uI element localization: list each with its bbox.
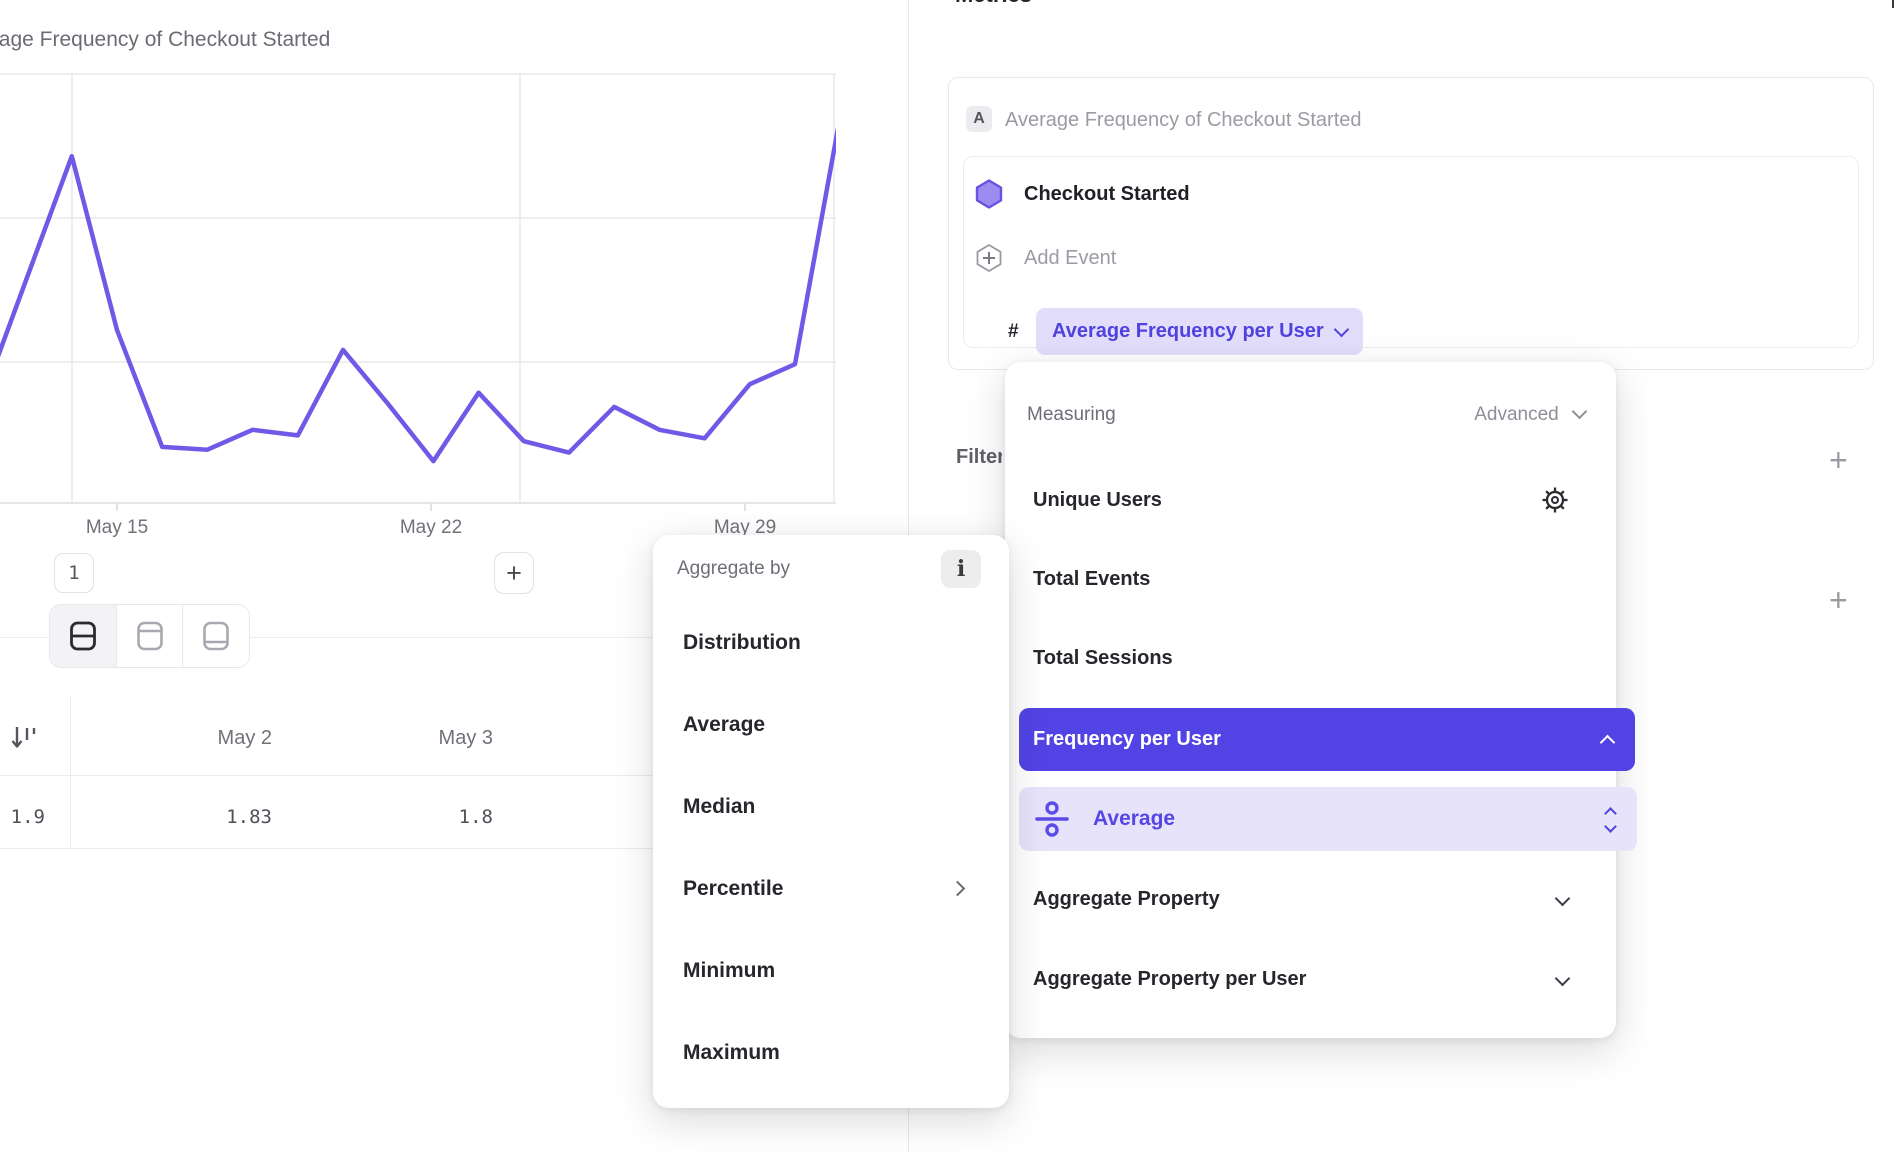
add-item-icon[interactable]: +	[1829, 588, 1848, 612]
chart-series-line	[0, 116, 836, 461]
advanced-mode-label: Advanced	[1474, 404, 1559, 425]
filter-section: Filter	[940, 446, 1002, 474]
table-header-cell[interactable]: May 3	[313, 727, 493, 750]
chevron-down-icon	[1333, 322, 1349, 338]
line-chart[interactable]	[0, 60, 836, 512]
layout-chart-view-button[interactable]	[116, 605, 183, 667]
layout-table-view-button[interactable]	[182, 605, 249, 667]
event-hexagon-icon	[975, 179, 1003, 209]
layout-toggle-group	[49, 604, 250, 668]
menu-item-total-sessions[interactable]: Total Sessions	[1033, 647, 1173, 670]
sort-icon[interactable]	[10, 724, 38, 752]
add-filter-icon[interactable]: +	[1829, 448, 1848, 472]
popup-item-average[interactable]: Average	[683, 713, 765, 737]
aggregate-by-title: Aggregate by	[677, 558, 790, 580]
split-view-icon	[68, 618, 98, 654]
analytics-app: Average Frequency of Checkout Started Ma…	[0, 0, 1898, 1152]
add-annotation-button[interactable]: +	[494, 552, 534, 594]
table-cell: 1.83	[112, 806, 272, 828]
bottom-panel-icon	[201, 618, 231, 654]
menu-subitem-average[interactable]: Average	[1019, 787, 1637, 851]
gear-icon[interactable]	[1541, 486, 1569, 514]
info-icon[interactable]: i	[941, 550, 981, 588]
table-header-cell[interactable]: May 2	[92, 727, 272, 750]
chevron-down-icon	[1555, 891, 1571, 907]
table-column-divider	[70, 697, 71, 848]
measure-type-glyph: #	[1008, 321, 1019, 343]
measurement-dropdown[interactable]: Average Frequency per User	[1036, 308, 1363, 355]
menu-item-aggregate-property-per-user[interactable]: Aggregate Property per User	[1033, 968, 1306, 991]
metrics-panel: Metrics A Average Frequency of Checkout …	[909, 0, 1898, 1152]
menu-item-frequency-per-user-selected[interactable]: Frequency per User	[1019, 708, 1635, 771]
layout-split-view-button[interactable]	[50, 605, 116, 667]
x-axis-label: May 22	[386, 517, 476, 539]
selected-item-label: Frequency per User	[1033, 728, 1221, 751]
chevron-down-icon	[1572, 404, 1588, 420]
subitem-label: Average	[1093, 807, 1606, 831]
popup-item-median[interactable]: Median	[683, 795, 755, 819]
top-panel-icon	[135, 618, 165, 654]
filter-section-header: Filter	[956, 446, 1002, 469]
average-division-icon	[1035, 798, 1069, 840]
metrics-section-header: Metrics	[955, 0, 1032, 8]
menu-item-unique-users[interactable]: Unique Users	[1033, 489, 1162, 512]
measuring-menu-title: Measuring	[1027, 404, 1116, 426]
chevron-up-icon	[1600, 735, 1616, 751]
popup-item-maximum[interactable]: Maximum	[683, 1041, 780, 1065]
menu-item-aggregate-property[interactable]: Aggregate Property	[1033, 888, 1220, 911]
popup-item-minimum[interactable]: Minimum	[683, 959, 775, 983]
chevron-right-icon	[950, 881, 966, 897]
chart-title: Average Frequency of Checkout Started	[0, 28, 330, 52]
add-event-icon	[975, 243, 1003, 273]
metric-card: A Average Frequency of Checkout Started …	[948, 77, 1874, 370]
measuring-menu: Measuring Advanced Unique Users Total Ev…	[1005, 362, 1616, 1038]
x-axis-label: May 15	[72, 517, 162, 539]
popup-item-distribution[interactable]: Distribution	[683, 631, 801, 655]
table-cell: 1.9	[0, 806, 45, 828]
metric-name-input[interactable]: Average Frequency of Checkout Started	[1005, 109, 1362, 132]
collapse-section-icon[interactable]	[1892, 0, 1894, 8]
metric-letter-badge: A	[966, 106, 992, 132]
aggregate-by-popup: Aggregate by i Distribution Average Medi…	[653, 535, 1009, 1108]
menu-item-total-events[interactable]: Total Events	[1033, 568, 1150, 591]
measurement-dropdown-label: Average Frequency per User	[1052, 320, 1324, 343]
select-updown-icon	[1606, 804, 1615, 835]
popup-item-percentile[interactable]: Percentile	[683, 877, 783, 901]
series-number-badge[interactable]: 1	[54, 553, 94, 593]
chevron-down-icon	[1555, 971, 1571, 987]
add-event-button[interactable]: Add Event	[1024, 247, 1116, 270]
advanced-mode-dropdown[interactable]: Advanced	[1400, 404, 1585, 426]
event-name[interactable]: Checkout Started	[1024, 183, 1190, 206]
table-cell: 1.8	[333, 806, 493, 828]
